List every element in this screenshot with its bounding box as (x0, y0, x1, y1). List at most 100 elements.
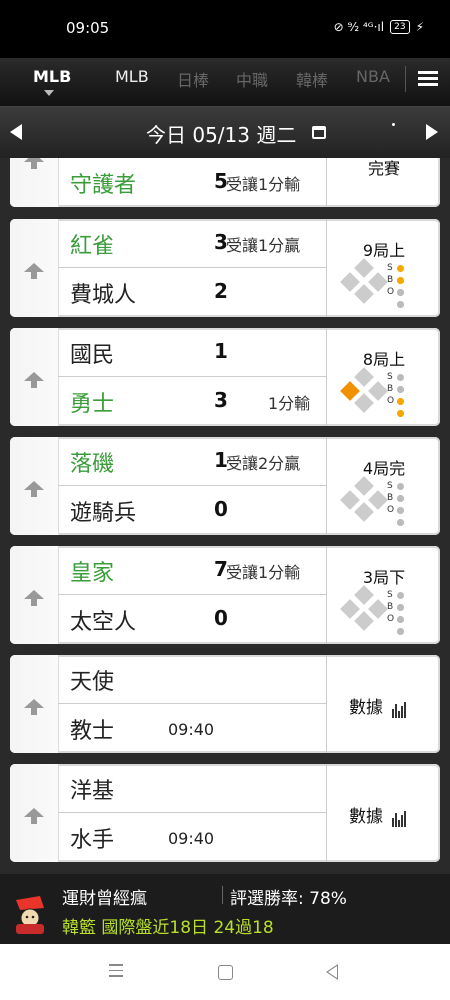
inning-label: 8局上 (362, 350, 406, 369)
prev-day-arrow-icon[interactable] (10, 124, 22, 140)
next-day-arrow-icon[interactable] (426, 124, 438, 140)
odds-result: 受讓1分輸 (226, 563, 301, 582)
signal-indicators: ⊘ ⁹⁄₂ ⁴ᴳ·ıl (333, 20, 385, 34)
odds-result: 受讓2分贏 (226, 454, 301, 473)
team-name: 水手 (70, 828, 115, 853)
back-icon[interactable] (326, 964, 338, 980)
hamburger-menu-icon[interactable] (418, 68, 438, 90)
bases-diamond-icon (339, 367, 389, 413)
team-row: 守護者 5 受讓1分輸 (58, 158, 326, 206)
game-status-panel[interactable]: 數據 (326, 764, 440, 862)
tab-nba[interactable]: NBA (356, 67, 390, 86)
team-score: 1 (214, 339, 228, 363)
team-row: 紅雀 3 受讓1分贏 (58, 219, 326, 268)
team-row: 皇家 7 受讓1分輸 (58, 546, 326, 595)
bases-diamond-icon (339, 585, 389, 631)
team-name: 太空人 (70, 610, 137, 635)
team-name: 紅雀 (70, 234, 115, 259)
pin-column (10, 328, 59, 426)
tipster-name: 運財曾經瘋 (62, 889, 147, 909)
game-card[interactable]: 紅雀 3 受讓1分贏 費城人 2 9局上 S B O (10, 219, 440, 317)
game-card[interactable]: 守護者 5 受讓1分輸 完賽 (10, 158, 440, 207)
team-row: 教士 09:40 (58, 704, 326, 752)
team-name: 落磯 (70, 452, 115, 477)
home-icon[interactable] (218, 965, 233, 980)
game-status-panel[interactable]: 8局上 S B O (326, 328, 440, 426)
pin-icon[interactable] (24, 372, 44, 388)
count-indicator: S B O (387, 371, 404, 417)
tipster-record: 韓籃 國際盤近18日 24過18 (62, 918, 274, 938)
sport-tabs: MLB MLB 日棒 中職 韓棒 NBA (0, 58, 450, 106)
status-bar: 09:05 ⊘ ⁹⁄₂ ⁴ᴳ·ıl 23 ⚡ (0, 0, 450, 58)
team-row: 勇士 3 1分輸 (58, 377, 326, 425)
inning-label: 9局上 (362, 241, 406, 260)
tab-npb[interactable]: 日棒 (177, 67, 209, 91)
team-name: 教士 (70, 719, 115, 744)
system-nav-bar (0, 944, 450, 1000)
game-card[interactable]: 落磯 1 受讓2分贏 遊騎兵 0 4局完 S B O (10, 437, 440, 535)
tab-mlb-selected[interactable]: MLB (33, 67, 71, 86)
tipster-banner[interactable]: 運財曾經瘋 評選勝率: 78% 韓籃 國際盤近18日 24過18 (0, 874, 450, 944)
game-list[interactable]: 守護者 5 受讓1分輸 完賽 紅雀 3 受讓1分贏 費城人 2 9局上 S B … (0, 158, 450, 874)
pin-icon[interactable] (24, 158, 44, 169)
team-row: 落磯 1 受讓2分贏 (58, 437, 326, 486)
team-name: 天使 (70, 670, 115, 695)
tab-mlb[interactable]: MLB (115, 67, 149, 86)
win-rate: 評選勝率: 78% (230, 889, 347, 909)
game-status-panel[interactable]: 9局上 S B O (326, 219, 440, 317)
team-score: 3 (214, 388, 228, 412)
pin-icon[interactable] (24, 699, 44, 715)
pin-icon[interactable] (24, 263, 44, 279)
caret-down-icon (44, 90, 54, 96)
divider (222, 886, 223, 904)
team-name: 皇家 (70, 561, 115, 586)
stats-button[interactable]: 數據 (349, 802, 407, 827)
game-status: 完賽 (367, 159, 400, 178)
team-row: 費城人 2 (58, 268, 326, 316)
status-icons: ⊘ ⁹⁄₂ ⁴ᴳ·ıl 23 ⚡ (334, 20, 424, 34)
game-card[interactable]: 洋基 水手 09:40 數據 (10, 764, 440, 862)
game-card[interactable]: 天使 教士 09:40 數據 (10, 655, 440, 753)
team-row: 洋基 (58, 764, 326, 813)
date-bar: 今日 05/13 週二 (0, 106, 450, 159)
game-status-panel[interactable]: 4局完 S B O (326, 437, 440, 535)
pin-icon[interactable] (24, 590, 44, 606)
date-label[interactable]: 今日 05/13 週二 (146, 119, 296, 148)
team-name: 費城人 (70, 283, 137, 308)
team-score: 0 (214, 606, 228, 630)
pin-column (10, 546, 59, 644)
game-card[interactable]: 皇家 7 受讓1分輸 太空人 0 3局下 S B O (10, 546, 440, 644)
pin-icon[interactable] (24, 481, 44, 497)
recent-apps-icon[interactable] (109, 964, 123, 981)
team-score: 0 (214, 497, 228, 521)
stats-label: 數據 (349, 698, 383, 718)
stats-label: 數據 (349, 807, 383, 827)
stats-button[interactable]: 數據 (349, 693, 407, 718)
charging-icon: ⚡ (415, 20, 424, 34)
calendar-icon[interactable] (312, 126, 326, 139)
pin-icon[interactable] (24, 808, 44, 824)
game-status-panel[interactable]: 完賽 (326, 158, 440, 207)
inning-label: 3局下 (362, 568, 406, 587)
game-time: 09:40 (168, 829, 215, 848)
bases-diamond-icon (339, 476, 389, 522)
team-name: 遊騎兵 (70, 501, 137, 526)
count-indicator: S B O (387, 589, 404, 635)
team-row: 水手 09:40 (58, 813, 326, 861)
tab-cpbl[interactable]: 中職 (236, 67, 268, 91)
divider (405, 66, 406, 92)
inning-label: 4局完 (362, 459, 406, 478)
odds-result: 受讓1分輸 (226, 175, 301, 194)
pin-column (10, 437, 59, 535)
team-name: 國民 (70, 343, 115, 368)
game-card[interactable]: 國民 1 勇士 3 1分輸 8局上 S B O (10, 328, 440, 426)
bases-diamond-icon (339, 258, 389, 304)
team-name: 勇士 (70, 392, 115, 417)
bar-chart-icon (392, 698, 407, 718)
tab-kbo[interactable]: 韓棒 (296, 67, 328, 91)
game-time: 09:40 (168, 720, 215, 739)
battery-icon: 23 (390, 20, 410, 34)
game-status-panel[interactable]: 3局下 S B O (326, 546, 440, 644)
pin-column (10, 219, 59, 317)
game-status-panel[interactable]: 數據 (326, 655, 440, 753)
